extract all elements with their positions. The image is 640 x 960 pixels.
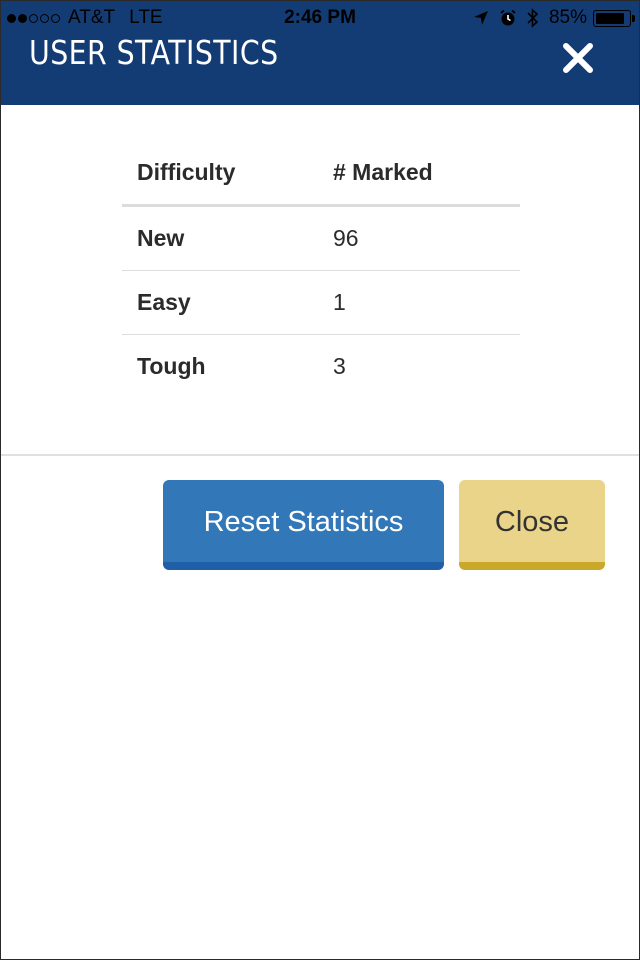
- status-right: 85%: [463, 7, 635, 29]
- alarm-clock-icon: [499, 9, 517, 27]
- column-header-difficulty: Difficulty: [122, 141, 318, 207]
- battery-icon: [593, 9, 635, 27]
- header-bar: AT&T LTE 2:46 PM 85% USER STATISTICS: [1, 1, 639, 105]
- row-value: 3: [318, 334, 520, 398]
- row-value: 96: [333, 225, 359, 251]
- close-x-icon[interactable]: [561, 41, 595, 75]
- row-label: Easy: [122, 270, 318, 335]
- section-divider: [1, 454, 639, 456]
- table-header-row: Difficulty # Marked: [122, 141, 520, 207]
- page-title: USER STATISTICS: [29, 33, 279, 72]
- row-label: Tough: [122, 334, 318, 398]
- row-value: 1: [318, 270, 520, 335]
- table-row: Easy 1: [122, 270, 520, 335]
- table-row: New 96: [122, 206, 520, 271]
- location-arrow-icon: [473, 10, 489, 26]
- reset-statistics-button[interactable]: Reset Statistics: [163, 480, 444, 570]
- statistics-table: Difficulty # Marked New 96 Easy 1 Tough …: [122, 141, 520, 398]
- bluetooth-icon: [527, 8, 539, 28]
- battery-percent: 85%: [548, 7, 587, 28]
- table-row: Tough 3: [122, 334, 520, 398]
- column-header-marked: # Marked: [318, 141, 520, 207]
- app-screen: AT&T LTE 2:46 PM 85% USER STATISTICS Dif…: [0, 0, 640, 960]
- row-label: New: [137, 225, 185, 251]
- close-button[interactable]: Close: [459, 480, 605, 570]
- status-bar: AT&T LTE 2:46 PM 85%: [1, 1, 639, 37]
